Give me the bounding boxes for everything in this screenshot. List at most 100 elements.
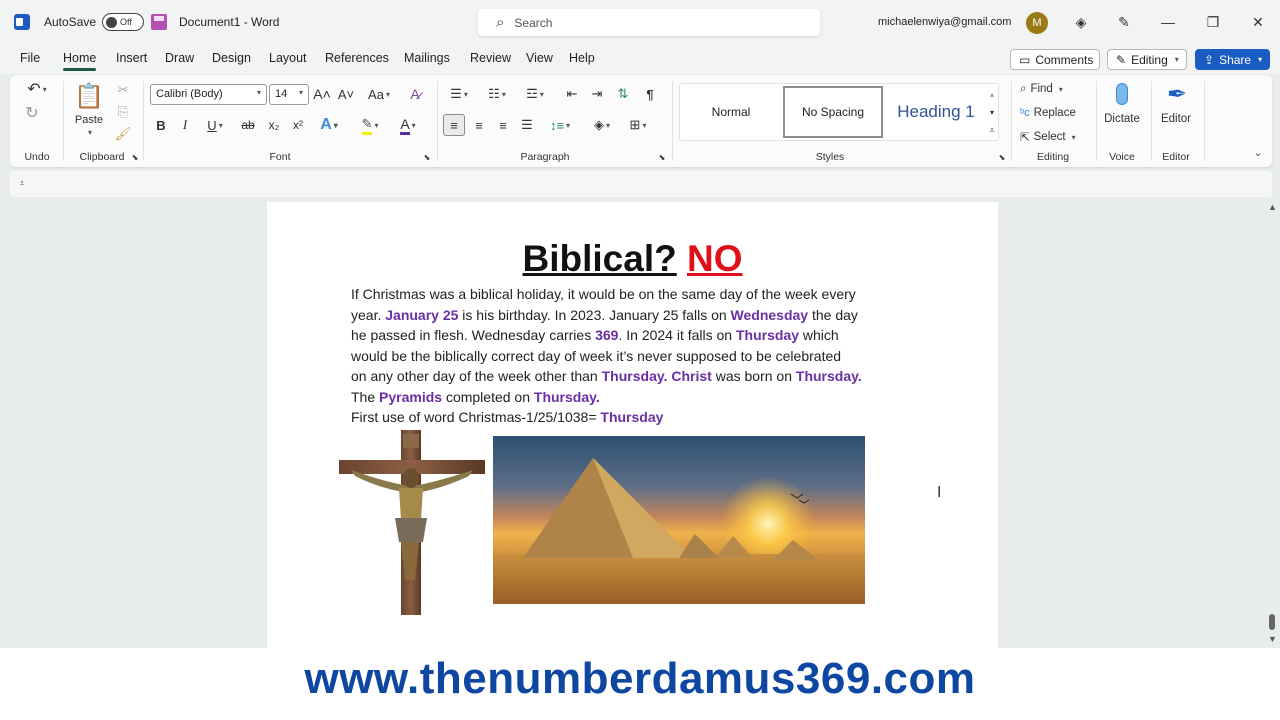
font-name-select[interactable]: Calibri (Body) ▾ xyxy=(150,84,267,105)
bold-button[interactable]: B xyxy=(153,116,169,134)
document-body[interactable]: If Christmas was a biblical holiday, it … xyxy=(351,284,921,428)
scroll-up-icon[interactable]: ▲ xyxy=(1268,202,1277,212)
comments-label: Comments xyxy=(1035,52,1094,67)
strikethrough-button[interactable]: ab xyxy=(238,116,258,134)
comments-button[interactable]: ▭ Comments xyxy=(1010,49,1100,70)
microphone-icon[interactable] xyxy=(1110,79,1134,109)
save-button[interactable] xyxy=(151,0,167,44)
separator xyxy=(63,81,64,161)
highlight-color-button[interactable]: ✎ ▾ xyxy=(354,116,386,135)
clear-formatting-icon[interactable]: A̷ xyxy=(406,85,424,103)
chevron-down-icon: ▾ xyxy=(411,120,416,130)
vertical-scrollbar[interactable]: ▲ ▼ xyxy=(1264,200,1280,648)
dictate-button[interactable]: Dictate xyxy=(1100,111,1144,127)
editing-mode-label: Editing xyxy=(1131,52,1168,67)
format-painter-icon[interactable]: 🖌 xyxy=(114,125,132,143)
tab-home[interactable]: Home xyxy=(63,51,97,71)
styles-scroll-up-icon[interactable]: ▴ xyxy=(986,86,998,102)
replace-button[interactable]: ᵇc Replace xyxy=(1020,104,1094,122)
find-button[interactable]: ⌕ Find ▾ xyxy=(1020,80,1082,98)
style-heading-1[interactable]: Heading 1 xyxy=(886,86,986,138)
document-page[interactable]: Biblical? NO If Christmas was a biblical… xyxy=(267,202,998,648)
multilevel-list-button[interactable]: ☲ ▾ xyxy=(520,85,550,103)
tab-design[interactable]: Design xyxy=(212,51,251,65)
style-normal[interactable]: Normal xyxy=(682,86,780,138)
collapse-ribbon-icon[interactable]: ⌄ xyxy=(1250,145,1266,159)
text-effects-button[interactable]: A ▾ xyxy=(314,116,344,134)
paragraph-line: First use of word Christmas-1/25/1038= T… xyxy=(351,407,921,428)
crucifix-image[interactable] xyxy=(339,430,485,615)
subscript-button[interactable]: x₂ xyxy=(265,116,283,134)
dialog-launcher-icon[interactable]: ⬊ xyxy=(997,152,1007,162)
cut-icon[interactable]: ✂ xyxy=(114,81,132,99)
italic-button[interactable]: I xyxy=(177,116,193,134)
dialog-launcher-icon[interactable]: ⬊ xyxy=(422,152,432,162)
shrink-font-button[interactable]: A˅ xyxy=(337,85,355,103)
justify-icon[interactable]: ☰ xyxy=(518,116,536,134)
font-color-button[interactable]: A ▾ xyxy=(393,116,423,135)
chevron-down-icon[interactable]: ▾ xyxy=(82,127,96,137)
align-center-icon[interactable]: ≡ xyxy=(470,116,488,134)
share-button[interactable]: ⇪ Share ▾ xyxy=(1195,49,1270,70)
paste-button[interactable]: Paste xyxy=(72,113,106,127)
editor-button[interactable]: Editor xyxy=(1156,111,1196,127)
tab-draw[interactable]: Draw xyxy=(165,51,194,65)
paragraph-line: If Christmas was a biblical holiday, it … xyxy=(351,284,921,305)
dialog-launcher-icon[interactable]: ⬊ xyxy=(657,152,667,162)
customize-quick-access-icon[interactable]: ⩡ xyxy=(16,176,28,190)
paste-icon[interactable]: 📋 xyxy=(74,81,104,111)
numbering-button[interactable]: ☷ ▾ xyxy=(482,85,512,103)
highlighted-text: 369 xyxy=(595,327,619,343)
align-left-button[interactable]: ≡ xyxy=(443,114,465,136)
borders-button[interactable]: ⊞ ▾ xyxy=(624,116,652,134)
minimize-icon[interactable]: — xyxy=(1158,12,1178,32)
separator xyxy=(1204,81,1205,161)
undo-button[interactable]: ↶ ▾ xyxy=(22,79,52,99)
tab-file[interactable]: File xyxy=(20,51,40,65)
tab-help[interactable]: Help xyxy=(569,51,595,65)
editing-mode-button[interactable]: ✎ Editing ▾ xyxy=(1107,49,1187,70)
redo-icon: ↻ xyxy=(25,105,39,122)
change-case-button[interactable]: Aa ▾ xyxy=(365,85,393,103)
autosave-toggle[interactable]: Off xyxy=(102,13,145,31)
copy-icon[interactable]: ⎘ xyxy=(114,103,132,121)
account-email[interactable]: michaelenwiya@gmail.com xyxy=(878,0,1011,44)
select-button[interactable]: ⇱ Select ▾ xyxy=(1020,128,1086,146)
editor-pen-icon[interactable]: ✒ xyxy=(1162,79,1192,109)
style-no-spacing[interactable]: No Spacing xyxy=(783,86,883,138)
restore-icon[interactable]: ❐ xyxy=(1203,12,1223,32)
line-spacing-button[interactable]: ↕≡ ▾ xyxy=(546,116,574,134)
avatar[interactable]: M xyxy=(1026,12,1048,34)
autosave-control[interactable]: AutoSave Off xyxy=(44,0,145,44)
close-icon[interactable]: ✕ xyxy=(1248,12,1268,32)
pen-icon[interactable]: ✎ xyxy=(1114,12,1134,32)
bullets-button[interactable]: ☰ ▾ xyxy=(444,85,474,103)
underline-button[interactable]: U ▾ xyxy=(201,116,229,134)
styles-scroll-down-icon[interactable]: ▾ xyxy=(986,104,998,120)
grow-font-button[interactable]: A˄ xyxy=(313,85,331,103)
superscript-button[interactable]: x² xyxy=(289,116,307,134)
pyramids-image[interactable] xyxy=(493,436,865,604)
font-size-select[interactable]: 14 ▾ xyxy=(269,84,309,105)
highlighted-text: Thursday xyxy=(600,409,664,425)
tab-layout[interactable]: Layout xyxy=(269,51,307,65)
sort-icon[interactable]: ⇅ xyxy=(614,85,632,103)
tab-review[interactable]: Review xyxy=(470,51,511,65)
redo-button[interactable]: ↻ xyxy=(22,103,42,123)
scroll-down-icon[interactable]: ▼ xyxy=(1268,634,1277,644)
tab-insert[interactable]: Insert xyxy=(116,51,147,65)
tab-mailings[interactable]: Mailings xyxy=(404,51,450,65)
align-right-icon[interactable]: ≡ xyxy=(494,116,512,134)
styles-more-icon[interactable]: ⩡ xyxy=(986,122,998,138)
shading-button[interactable]: ◈ ▾ xyxy=(588,116,616,134)
search-input[interactable]: ⌕ Search xyxy=(478,9,820,36)
diamond-icon[interactable]: ◈ xyxy=(1071,12,1091,32)
decrease-indent-icon[interactable]: ⇤ xyxy=(563,85,581,103)
scroll-thumb[interactable] xyxy=(1269,614,1275,630)
show-formatting-marks-icon[interactable]: ¶ xyxy=(642,85,658,103)
pyramids-scene xyxy=(493,458,865,604)
tab-view[interactable]: View xyxy=(526,51,553,65)
increase-indent-icon[interactable]: ⇥ xyxy=(588,85,606,103)
dialog-launcher-icon[interactable]: ⬊ xyxy=(130,152,140,162)
tab-references[interactable]: References xyxy=(325,51,389,65)
